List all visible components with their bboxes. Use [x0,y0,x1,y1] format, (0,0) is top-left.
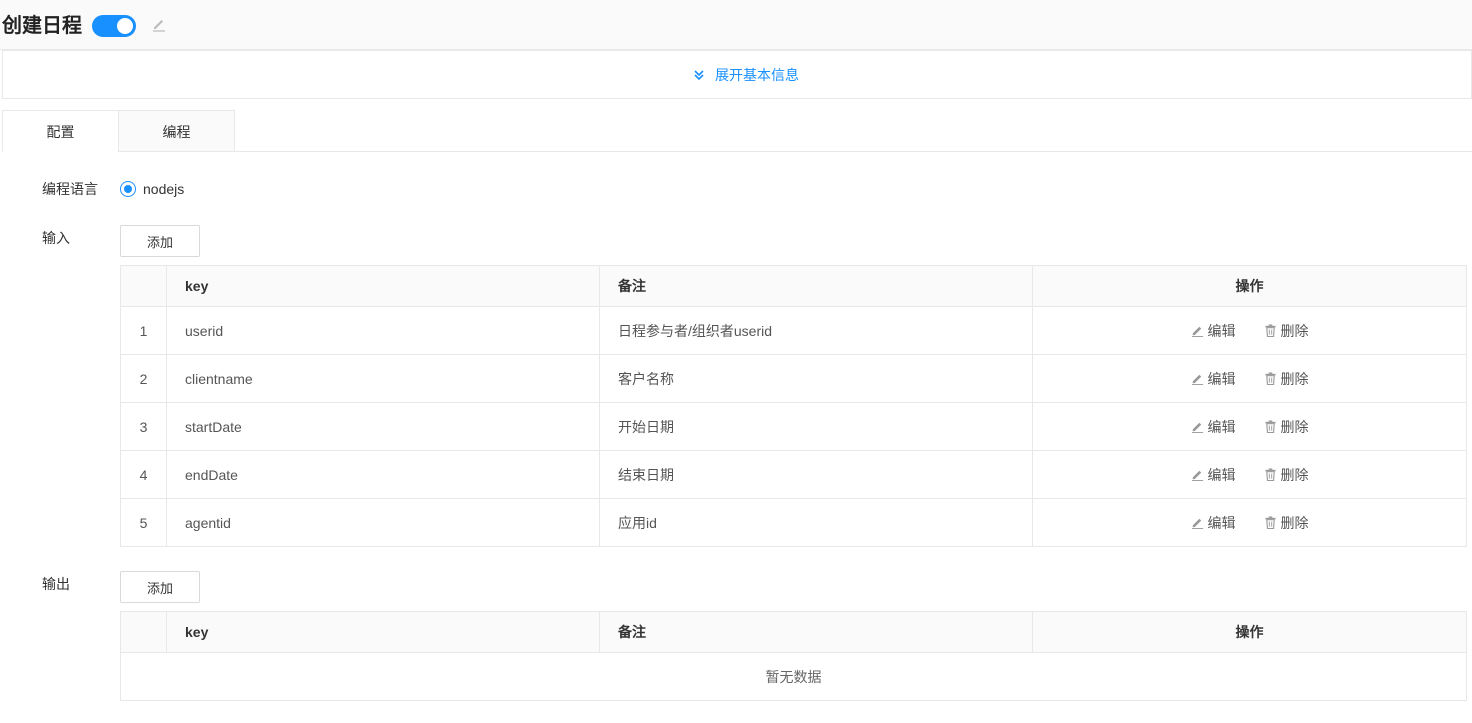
add-output-button[interactable]: 添加 [120,571,200,603]
output-label: 输出 [42,576,70,592]
index-header [120,611,167,653]
edit-label: 编辑 [1207,322,1236,339]
row-index: 4 [120,450,167,499]
table-row: 5 agentid 应用id 编辑 删除 [120,498,1467,547]
input-table: key 备注 操作 1 userid 日程参与者/组织者userid 编辑 删除 2 cli… [120,265,1467,547]
empty-text: 暂无数据 [120,652,1467,701]
row-note: 开始日期 [599,402,1033,451]
expand-basic-info-label: 展开基本信息 [715,67,799,83]
row-actions: 编辑 删除 [1032,402,1467,451]
add-input-button[interactable]: 添加 [120,225,200,257]
row-note: 应用id [599,498,1033,547]
row-actions: 编辑 删除 [1032,450,1467,499]
edit-label: 编辑 [1207,418,1236,435]
delete-button[interactable]: 删除 [1264,369,1309,389]
edit-title-icon[interactable] [151,16,169,34]
page-header: 创建日程 [0,0,1472,50]
table-row: 2 clientname 客户名称 编辑 删除 [120,354,1467,403]
edit-label: 编辑 [1207,466,1236,483]
edit-button[interactable]: 编辑 [1191,417,1236,437]
row-index: 1 [120,306,167,355]
edit-label: 编辑 [1207,370,1236,387]
edit-icon [1191,372,1204,385]
row-key: startDate [166,402,600,451]
row-key: clientname [166,354,600,403]
trash-icon [1264,372,1277,385]
enable-toggle[interactable] [92,15,136,37]
edit-icon [1191,324,1204,337]
output-table: key 备注 操作 暂无数据 [120,611,1467,701]
page-title: 创建日程 [2,15,82,37]
delete-button[interactable]: 删除 [1264,465,1309,485]
edit-button[interactable]: 编辑 [1191,369,1236,389]
op-header: 操作 [1032,611,1467,653]
table-row: 1 userid 日程参与者/组织者userid 编辑 删除 [120,306,1467,355]
note-header: 备注 [599,265,1033,307]
key-header: key [166,265,600,307]
row-key: agentid [166,498,600,547]
trash-icon [1264,420,1277,433]
tab-programming[interactable]: 编程 [118,110,235,152]
input-label: 输入 [42,230,70,246]
language-label: 编程语言 [42,181,98,197]
trash-icon [1264,468,1277,481]
language-option-label: nodejs [143,181,185,197]
expand-basic-info-link[interactable]: 展开基本信息 [693,66,799,84]
note-header: 备注 [599,611,1033,653]
edit-icon [1191,420,1204,433]
empty-row: 暂无数据 [120,652,1467,701]
op-header: 操作 [1032,265,1467,307]
table-header-row: key 备注 操作 [120,611,1467,653]
double-chevron-down-icon [694,70,704,81]
row-note: 客户名称 [599,354,1033,403]
row-index: 5 [120,498,167,547]
edit-button[interactable]: 编辑 [1191,513,1236,533]
toggle-knob [117,18,133,34]
delete-label: 删除 [1280,466,1309,483]
index-header [120,265,167,307]
key-header: key [166,611,600,653]
row-index: 3 [120,402,167,451]
row-actions: 编辑 删除 [1032,354,1467,403]
edit-button[interactable]: 编辑 [1191,321,1236,341]
delete-label: 删除 [1280,370,1309,387]
tab-config[interactable]: 配置 [2,110,119,152]
radio-checked-icon [120,181,136,197]
table-row: 4 endDate 结束日期 编辑 删除 [120,450,1467,499]
table-row: 3 startDate 开始日期 编辑 删除 [120,402,1467,451]
edit-label: 编辑 [1207,514,1236,531]
delete-button[interactable]: 删除 [1264,321,1309,341]
expand-basic-info-bar: 展开基本信息 [2,50,1472,99]
delete-label: 删除 [1280,418,1309,435]
row-key: userid [166,306,600,355]
tab-bar: 配置 编程 [2,110,1472,152]
row-note: 日程参与者/组织者userid [599,306,1033,355]
row-actions: 编辑 删除 [1032,306,1467,355]
table-header-row: key 备注 操作 [120,265,1467,307]
delete-button[interactable]: 删除 [1264,417,1309,437]
row-actions: 编辑 删除 [1032,498,1467,547]
row-key: endDate [166,450,600,499]
delete-button[interactable]: 删除 [1264,513,1309,533]
edit-icon [1191,516,1204,529]
language-radio-nodejs[interactable]: nodejs [120,181,184,197]
trash-icon [1264,516,1277,529]
delete-label: 删除 [1280,514,1309,531]
delete-label: 删除 [1280,322,1309,339]
edit-button[interactable]: 编辑 [1191,465,1236,485]
edit-icon [1191,468,1204,481]
row-index: 2 [120,354,167,403]
row-note: 结束日期 [599,450,1033,499]
trash-icon [1264,324,1277,337]
